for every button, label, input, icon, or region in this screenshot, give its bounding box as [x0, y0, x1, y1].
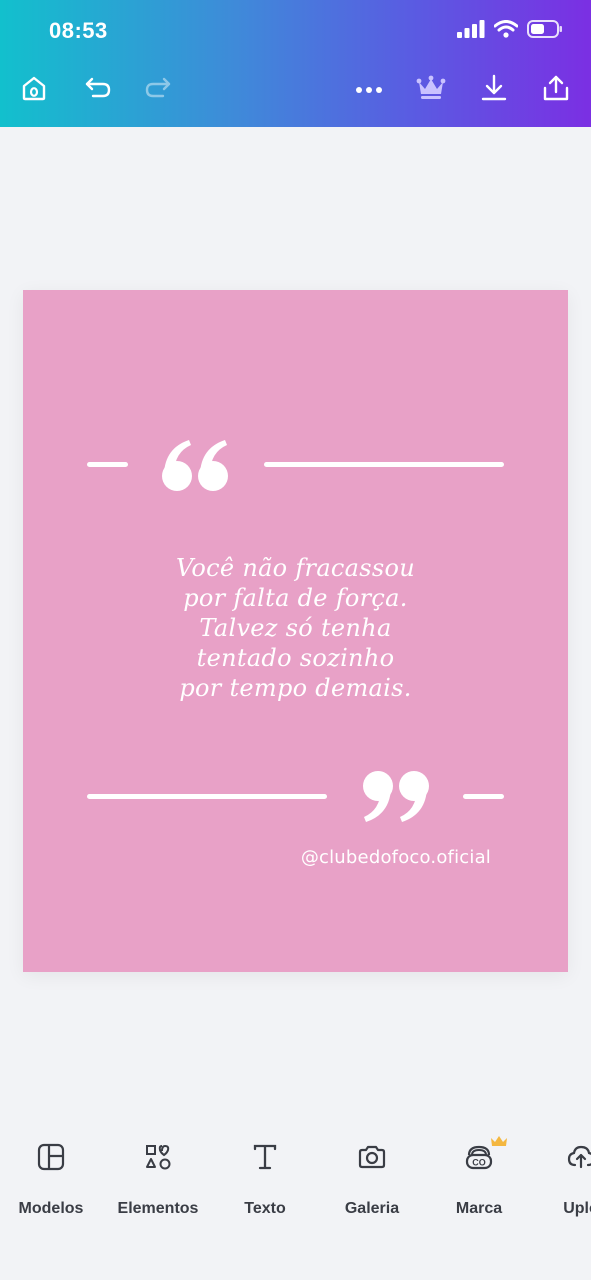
home-icon: [20, 74, 48, 107]
quote-text[interactable]: Você não fracassou por falta de força. T…: [23, 553, 568, 703]
nav-label: Modelos: [18, 1200, 84, 1217]
handle-text[interactable]: @clubedofoco.oficial: [301, 847, 491, 868]
nav-item-modelos[interactable]: Modelos: [0, 1140, 106, 1218]
camera-icon: [355, 1140, 389, 1174]
wifi-icon: [493, 20, 519, 43]
brand-icon: CO: [462, 1136, 507, 1174]
nav-label: Uplo: [563, 1200, 591, 1217]
editor-toolbar: [0, 68, 591, 116]
nav-label: Marca: [455, 1200, 503, 1217]
premium-crown-icon: [416, 75, 446, 106]
nav-item-galeria[interactable]: Galeria: [317, 1140, 427, 1218]
redo-button[interactable]: [137, 68, 181, 112]
top-bar: 08:53: [0, 0, 591, 127]
divider-line: [264, 462, 504, 467]
download-button[interactable]: [472, 68, 516, 112]
quote-line: Você não fracassou: [175, 554, 416, 582]
close-quote-icon: [360, 768, 430, 831]
quote-line: por tempo demais.: [179, 674, 412, 702]
status-time: 08:53: [49, 18, 108, 43]
undo-icon: [83, 76, 111, 105]
bottom-nav: Modelos Elementos Texto Galeria CO Marca…: [0, 1136, 591, 1240]
nav-item-elementos[interactable]: Elementos: [103, 1140, 213, 1218]
nav-label: Elementos: [117, 1200, 199, 1217]
redo-icon: [145, 76, 173, 105]
home-button[interactable]: [12, 68, 56, 112]
cellular-signal-icon: [457, 20, 485, 43]
divider-line: [87, 462, 128, 467]
upload-cloud-icon: [564, 1140, 591, 1174]
premium-button[interactable]: [409, 68, 453, 112]
status-bar: 08:53: [0, 0, 591, 64]
status-icons: [457, 20, 563, 43]
nav-item-texto[interactable]: Texto: [210, 1140, 320, 1218]
more-options-button[interactable]: [347, 68, 391, 112]
share-icon: [542, 74, 570, 107]
undo-button[interactable]: [75, 68, 119, 112]
svg-text:CO: CO: [472, 1158, 486, 1168]
quote-line: Talvez só tenha: [199, 614, 392, 642]
nav-label: Galeria: [344, 1200, 400, 1217]
divider-line: [87, 794, 327, 799]
more-options-icon: [355, 81, 383, 99]
nav-label: Texto: [244, 1200, 286, 1217]
nav-item-uploads[interactable]: Uplo: [526, 1140, 591, 1218]
quote-line: tentado sozinho: [196, 644, 395, 672]
text-icon: [248, 1140, 282, 1174]
share-button[interactable]: [534, 68, 578, 112]
download-icon: [481, 74, 507, 107]
battery-icon: [527, 20, 563, 43]
elements-icon: [141, 1140, 175, 1174]
design-canvas[interactable]: Você não fracassou por falta de força. T…: [23, 290, 568, 972]
open-quote-icon: [161, 436, 231, 499]
quote-line: por falta de força.: [183, 584, 408, 612]
templates-icon: [34, 1140, 68, 1174]
divider-line: [463, 794, 504, 799]
nav-item-marca[interactable]: CO Marca: [424, 1136, 534, 1218]
premium-crown-icon: [490, 1134, 508, 1154]
